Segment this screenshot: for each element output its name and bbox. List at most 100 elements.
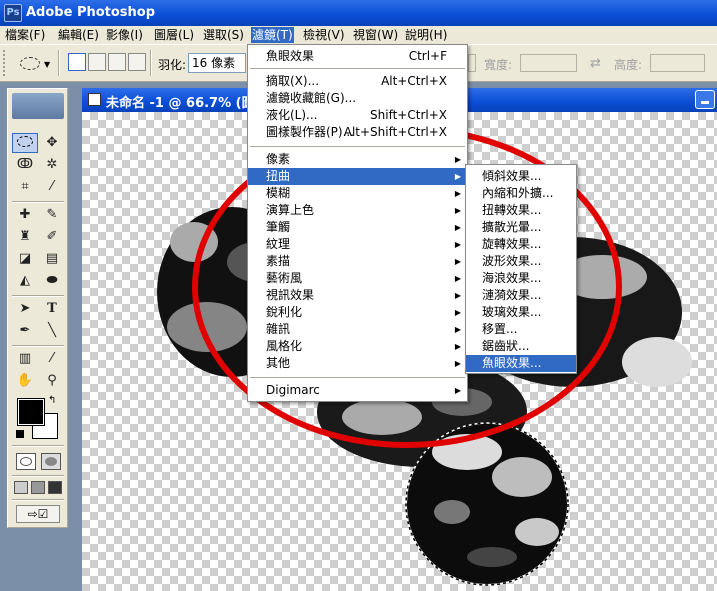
clone-stamp-tool-icon[interactable]: ♜ xyxy=(12,227,38,247)
subtract-from-selection-button[interactable] xyxy=(108,53,126,71)
minimize-button[interactable] xyxy=(695,90,715,109)
menu-item-label: 其他 xyxy=(266,356,291,370)
filter-menu: 魚眼效果 Ctrl+F 摘取(X)... Alt+Ctrl+X 濾鏡收藏館(G)… xyxy=(247,44,468,402)
distort-submenu: 傾斜效果... 內縮和外擴... 扭轉效果... 擴散光暈... 旋轉效果...… xyxy=(465,164,577,374)
menu-image[interactable]: 影像(I) xyxy=(105,27,144,43)
menu-edit[interactable]: 編輯(E) xyxy=(57,27,100,43)
menu-select[interactable]: 選取(S) xyxy=(202,27,245,43)
menu-item-label: 波形效果... xyxy=(482,254,542,268)
menu-item-label: Digimarc xyxy=(266,383,320,397)
menu-item-video[interactable]: 視訊效果 ▶ xyxy=(248,287,467,304)
default-colors-icon[interactable] xyxy=(16,430,24,438)
full-screen-menu-mode-button[interactable] xyxy=(31,481,45,494)
blur-tool-icon[interactable]: ◭ xyxy=(12,271,38,291)
path-selection-tool-icon[interactable]: ➤ xyxy=(12,299,38,319)
feather-input[interactable]: 16 像素 xyxy=(188,53,246,73)
submenu-item-jagged[interactable]: 鋸齒狀... xyxy=(466,338,576,355)
menu-item-artistic[interactable]: 藝術風 ▶ xyxy=(248,270,467,287)
elliptical-marquee-tool-icon[interactable] xyxy=(12,133,38,153)
submenu-item-polar-coordinates[interactable]: 旋轉效果... xyxy=(466,236,576,253)
menu-item-liquify[interactable]: 液化(L)... Shift+Ctrl+X xyxy=(248,107,467,124)
menu-item-pattern-maker[interactable]: 圖樣製作器(P)... Alt+Shift+Ctrl+X xyxy=(248,124,467,141)
menu-item-extract[interactable]: 摘取(X)... Alt+Ctrl+X xyxy=(248,73,467,90)
menu-item-label: 演算上色 xyxy=(266,203,315,217)
menu-item-pixelate[interactable]: 像素 ▶ xyxy=(248,151,467,168)
submenu-item-zigzag-ripple[interactable]: 漣漪效果... xyxy=(466,287,576,304)
dodge-tool-icon[interactable]: ⬬ xyxy=(39,271,65,291)
height-input[interactable] xyxy=(650,54,705,72)
submenu-item-diffuse-glow[interactable]: 擴散光暈... xyxy=(466,219,576,236)
menu-item-texture[interactable]: 紋理 ▶ xyxy=(248,236,467,253)
menu-item-stylize[interactable]: 風格化 ▶ xyxy=(248,338,467,355)
add-to-selection-button[interactable] xyxy=(88,53,106,71)
menu-item-shortcut: Ctrl+F xyxy=(408,49,447,63)
submenu-arrow-icon: ▶ xyxy=(454,223,461,232)
toolbox-separator xyxy=(12,345,64,347)
submenu-item-spherize[interactable]: 魚眼效果... xyxy=(466,355,576,372)
style-dropdown[interactable] xyxy=(468,54,476,72)
feather-logo-icon[interactable] xyxy=(12,93,64,119)
intersect-selection-button[interactable] xyxy=(128,53,146,71)
menu-layer[interactable]: 圖層(L) xyxy=(153,27,195,43)
line-tool-icon[interactable]: ╲ xyxy=(39,321,65,341)
menu-item-distort[interactable]: 扭曲 ▶ xyxy=(248,168,467,185)
menu-item-filter-gallery[interactable]: 濾鏡收藏館(G)... xyxy=(248,90,467,107)
menu-window[interactable]: 視窗(W) xyxy=(352,27,399,43)
standard-screen-mode-button[interactable] xyxy=(14,481,28,494)
options-bar-grip[interactable] xyxy=(3,50,9,76)
swap-dimensions-icon[interactable]: ⇄ xyxy=(590,56,601,71)
zoom-tool-icon[interactable]: ⚲ xyxy=(39,371,65,391)
menu-item-sketch[interactable]: 素描 ▶ xyxy=(248,253,467,270)
menu-item-blur[interactable]: 模糊 ▶ xyxy=(248,185,467,202)
brush-tool-icon[interactable]: ✎ xyxy=(39,205,65,225)
submenu-item-wave[interactable]: 波形效果... xyxy=(466,253,576,270)
submenu-item-shear[interactable]: 傾斜效果... xyxy=(466,168,576,185)
type-tool-icon[interactable]: T xyxy=(39,299,65,319)
new-selection-button[interactable] xyxy=(68,53,86,71)
submenu-item-displace[interactable]: 移置... xyxy=(466,321,576,338)
menu-item-noise[interactable]: 雜訊 ▶ xyxy=(248,321,467,338)
jump-to-imageready-button[interactable]: ⇨☑ xyxy=(16,505,60,523)
menu-item-brush-strokes[interactable]: 筆觸 ▶ xyxy=(248,219,467,236)
crop-tool-icon[interactable]: ⌗ xyxy=(12,177,38,197)
notes-tool-icon[interactable]: ▥ xyxy=(12,349,38,369)
menu-filter[interactable]: 濾鏡(T) xyxy=(251,27,294,43)
swap-colors-icon[interactable]: ↰ xyxy=(48,395,56,406)
menu-item-label: 鋸齒狀... xyxy=(482,339,530,353)
preset-dropdown-arrow-icon[interactable]: ▼ xyxy=(44,60,50,69)
magic-wand-tool-icon[interactable]: ✲ xyxy=(39,155,65,175)
submenu-item-twirl[interactable]: 扭轉效果... xyxy=(466,202,576,219)
hand-tool-icon[interactable]: ✋ xyxy=(12,371,38,391)
width-input[interactable] xyxy=(520,54,577,72)
history-brush-tool-icon[interactable]: ✐ xyxy=(39,227,65,247)
submenu-arrow-icon: ▶ xyxy=(454,172,461,181)
menu-item-label: 紋理 xyxy=(266,237,291,251)
move-tool-icon[interactable]: ✥ xyxy=(39,133,65,153)
menu-item-label: 風格化 xyxy=(266,339,303,353)
menu-item-label: 藝術風 xyxy=(266,271,303,285)
lasso-tool-icon[interactable]: ↂ xyxy=(12,155,38,175)
menu-item-other[interactable]: 其他 ▶ xyxy=(248,355,467,372)
eraser-tool-icon[interactable]: ◪ xyxy=(12,249,38,269)
submenu-item-ocean-ripple[interactable]: 海浪效果... xyxy=(466,270,576,287)
menu-item-last-filter[interactable]: 魚眼效果 Ctrl+F xyxy=(248,48,467,65)
foreground-color-swatch[interactable] xyxy=(17,398,45,426)
slice-tool-icon[interactable]: ⁄ xyxy=(39,177,65,197)
submenu-item-glass[interactable]: 玻璃效果... xyxy=(466,304,576,321)
full-screen-mode-button[interactable] xyxy=(48,481,62,494)
ellipse-marquee-preset-icon[interactable] xyxy=(20,57,40,70)
healing-brush-tool-icon[interactable]: ✚ xyxy=(12,205,38,225)
quick-mask-mode-button[interactable] xyxy=(41,453,61,470)
standard-mode-button[interactable] xyxy=(16,453,36,470)
menu-file[interactable]: 檔案(F) xyxy=(4,27,46,43)
eyedropper-tool-icon[interactable]: ⁄ xyxy=(39,349,65,369)
menu-item-render[interactable]: 演算上色 ▶ xyxy=(248,202,467,219)
gradient-tool-icon[interactable]: ▤ xyxy=(39,249,65,269)
menu-view[interactable]: 檢視(V) xyxy=(302,27,346,43)
submenu-item-pinch[interactable]: 內縮和外擴... xyxy=(466,185,576,202)
menu-item-digimarc[interactable]: Digimarc ▶ xyxy=(248,382,467,399)
menu-item-sharpen[interactable]: 銳利化 ▶ xyxy=(248,304,467,321)
pen-tool-icon[interactable]: ✒ xyxy=(12,321,38,341)
menu-help[interactable]: 說明(H) xyxy=(404,27,448,43)
toolbox: ✥ ↂ ✲ ⌗ ⁄ ✚ ✎ ♜ ✐ ◪ ▤ ◭ ⬬ ➤ T ✒ ╲ ▥ ⁄ ✋ … xyxy=(7,88,68,528)
